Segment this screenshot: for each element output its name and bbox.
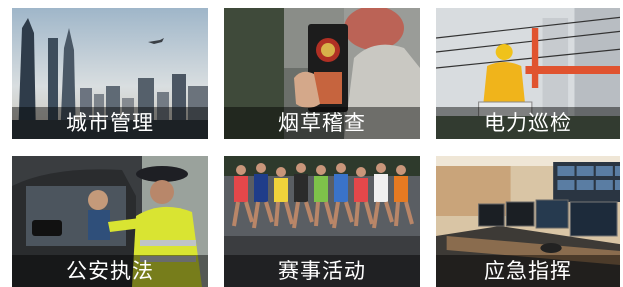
caption-bar: 电力巡检 [436,107,620,139]
caption-bar: 公安执法 [12,255,208,287]
tile-sports-events[interactable]: 赛事活动 [224,156,420,287]
tile-city-management[interactable]: 城市管理 [12,8,208,139]
tile-label-public-security: 公安执法 [66,259,154,283]
tile-label-sports-events: 赛事活动 [278,259,366,283]
tile-label-city-management: 城市管理 [66,111,154,135]
tile-emergency-command[interactable]: 应急指挥 [436,156,620,287]
tile-tobacco-inspection[interactable]: 烟草稽查 [224,8,420,139]
caption-bar: 烟草稽查 [224,107,420,139]
caption-bar: 赛事活动 [224,255,420,287]
tile-power-inspection[interactable]: 电力巡检 [436,8,620,139]
tile-label-power-inspection: 电力巡检 [484,111,572,135]
tile-public-security[interactable]: 公安执法 [12,156,208,287]
tile-label-tobacco-inspection: 烟草稽查 [278,111,366,135]
caption-bar: 城市管理 [12,107,208,139]
caption-bar: 应急指挥 [436,255,620,287]
tile-label-emergency-command: 应急指挥 [484,259,572,283]
